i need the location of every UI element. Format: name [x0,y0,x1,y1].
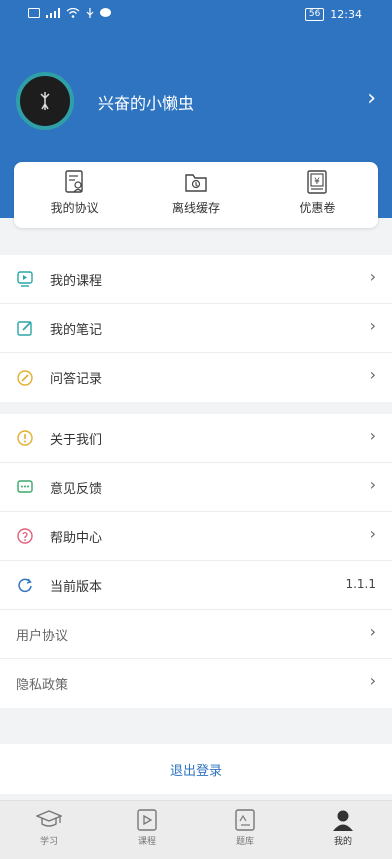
menu-item-label: 意见反馈 [50,481,103,497]
battery-icon: 56 [304,8,325,21]
profile-row[interactable]: 兴奋的小懒虫 › [16,72,384,134]
tab-label: 学习 [39,837,58,847]
status-left-icons [28,8,111,18]
usb-icon [86,8,94,18]
quick-action-offline-cache[interactable]: 离线缓存 [135,162,256,228]
chevron-right-icon[interactable]: › [367,86,376,111]
quick-action-label: 我的协议 [50,201,99,215]
menu-item-label: 帮助中心 [50,530,103,546]
menu-item-help-center[interactable]: 帮助中心 › [0,512,392,561]
avatar[interactable] [16,72,74,130]
bottom-tab-bar: 学习 课程 题库 我的 [0,800,392,859]
menu-item-label: 我的课程 [50,273,103,289]
menu-item-label: 问答记录 [50,372,103,387]
status-right: 56 12:34 [304,8,362,21]
chevron-right-icon: › [369,316,376,335]
coupon-icon: ¥ [307,170,328,194]
chevron-right-icon: › [369,524,376,543]
tab-question-bank[interactable]: 题库 [196,801,294,859]
menu-item-label: 我的笔记 [50,322,103,338]
menu-group-1: 我的课程 › 我的笔记 › 问答记录 › [0,255,392,402]
quick-action-agreement[interactable]: 我的协议 [14,162,135,228]
status-time: 12:34 [330,8,362,21]
chevron-right-icon: › [369,622,376,641]
chevron-right-icon: › [369,475,376,494]
menu-item-user-agreement[interactable]: 用户协议 › [0,610,392,659]
agreement-icon [64,170,83,193]
menu-item-feedback[interactable]: 意见反馈 › [0,463,392,512]
tab-courses[interactable]: 课程 [98,801,196,859]
menu-item-label: 关于我们 [50,432,103,448]
sim-icon [28,8,40,18]
menu-item-my-courses[interactable]: 我的课程 › [0,255,392,304]
chevron-right-icon: › [369,267,376,286]
chevron-right-icon: › [369,671,376,690]
tab-label: 课程 [137,837,156,847]
profile-icon [333,810,353,831]
logout-button[interactable]: 退出登录 [0,744,392,794]
quick-action-coupon[interactable]: ¥ 优惠卷 [257,162,378,228]
menu-item-my-notes[interactable]: 我的笔记 › [0,304,392,353]
note-icon [16,319,34,337]
tab-profile[interactable]: 我的 [294,801,392,859]
menu-item-about-us[interactable]: 关于我们 › [0,414,392,463]
menu-item-label: 用户协议 [16,628,69,644]
tab-label: 题库 [235,837,254,847]
quick-action-label: 离线缓存 [171,201,220,215]
quick-actions-card: 我的协议 离线缓存 ¥ 优惠卷 [14,162,378,228]
menu-item-privacy-policy[interactable]: 隐私政策 › [0,659,392,708]
menu-group-2: 关于我们 › 意见反馈 › 帮助中心 › 当前版本 1.1.1 用户协议 › 隐… [0,414,392,708]
menu-item-label: 当前版本 [50,579,103,595]
question-bank-icon [235,809,255,831]
wifi-icon [66,8,80,18]
version-icon [16,576,34,594]
quick-action-label: 优惠卷 [299,201,336,215]
menu-item-label: 隐私政策 [16,678,69,693]
qa-icon [16,369,34,387]
menu-item-qa-records[interactable]: 问答记录 › [0,353,392,402]
status-bar: 56 12:34 [0,0,392,30]
chevron-right-icon: › [369,365,376,384]
tab-study[interactable]: 学习 [0,801,98,859]
course-icon [16,270,34,288]
chevron-right-icon: › [369,426,376,445]
offline-cache-icon [185,174,207,192]
help-icon [16,527,34,545]
username: 兴奋的小懒虫 [98,94,195,113]
message-icon [100,8,111,17]
signal-icon [46,8,60,18]
menu-item-current-version: 当前版本 1.1.1 [0,561,392,610]
svg-text:¥: ¥ [314,177,320,187]
study-icon [36,810,62,827]
course-play-icon [137,809,157,831]
tab-label: 我的 [333,837,352,847]
feedback-icon [16,478,34,496]
avatar-figure-icon [40,92,50,110]
info-icon [16,429,34,447]
version-value: 1.1.1 [345,577,376,591]
